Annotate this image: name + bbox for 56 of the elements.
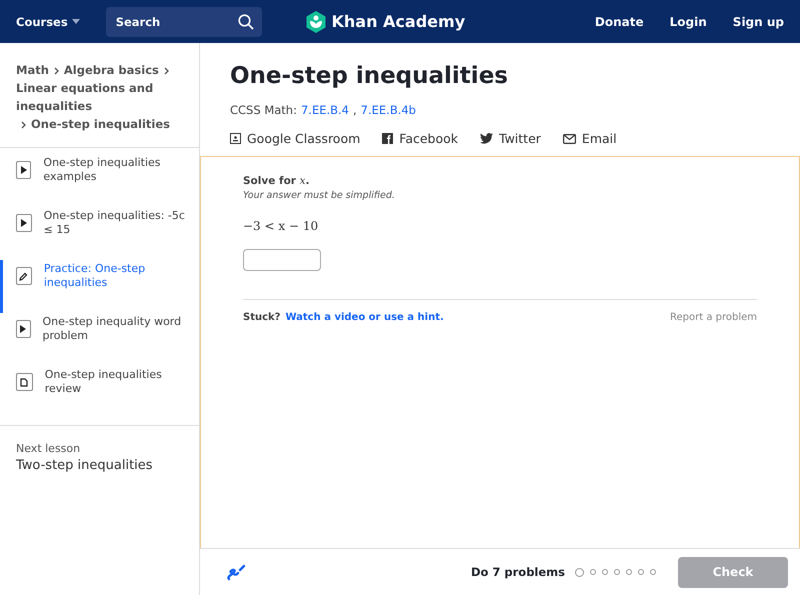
logo-icon	[306, 10, 326, 32]
scratchpad-icon	[226, 564, 246, 580]
lesson-item[interactable]: One-step inequality word problem	[0, 313, 199, 366]
instruction-text: Your answer must be simplified.	[243, 190, 396, 201]
logo-text: Khan Academy	[332, 12, 466, 31]
breadcrumb-link[interactable]: Linear equations and inequalities	[16, 79, 185, 115]
play-icon	[19, 325, 28, 333]
search-field[interactable]: Search	[106, 6, 262, 36]
share-link[interactable]: Facebook	[382, 131, 458, 146]
stuck-label: Stuck?	[243, 312, 280, 323]
chevron-icon	[21, 121, 26, 129]
standards-label: CCSS Math:	[230, 103, 297, 117]
next-lesson-link[interactable]: Two-step inequalities	[16, 458, 183, 473]
breadcrumb-link[interactable]: Math	[16, 61, 49, 79]
lesson-link[interactable]: One-step inequality word problem	[42, 315, 189, 343]
caret-icon	[72, 19, 80, 24]
standard-link[interactable]: 7.EE.B.4b	[360, 103, 416, 117]
page-title: One-step inequalities	[230, 63, 509, 89]
document-icon	[20, 378, 28, 386]
breadcrumb-link[interactable]: Algebra basics	[64, 61, 159, 79]
standard-link[interactable]: 7.EE.B.4	[300, 103, 349, 117]
chevron-icon	[164, 67, 169, 75]
lesson-item[interactable]: One-step inequalities: -5c ≤ 15	[0, 207, 199, 260]
lesson-link[interactable]: One-step inequalities review	[44, 368, 189, 396]
search-input[interactable]: Search	[114, 14, 224, 30]
envelope-icon	[562, 134, 576, 144]
share-link[interactable]: Google Classroom	[230, 131, 360, 146]
header-link[interactable]: Sign up	[732, 14, 784, 28]
lesson-item[interactable]: One-step inequalities examples	[0, 154, 199, 207]
lesson-item[interactable]: Practice: One-step inequalities	[0, 260, 199, 313]
math-expression: −3 < x − 10	[243, 219, 320, 233]
classroom-icon	[230, 133, 241, 144]
task-label: Do 7 problems	[470, 565, 565, 579]
share-link[interactable]: Twitter	[480, 131, 541, 146]
next-lesson-label: Next lesson	[16, 442, 82, 455]
header-link[interactable]: Donate	[594, 14, 644, 28]
separator-text: ,	[353, 103, 357, 117]
search-icon	[238, 14, 254, 30]
courses-menu[interactable]: Courses	[16, 14, 80, 28]
lesson-link[interactable]: Practice: One-step inequalities	[44, 262, 189, 290]
header-link[interactable]: Login	[670, 14, 707, 28]
hint-link[interactable]: Watch a video or use a hint.	[285, 312, 444, 323]
chevron-icon	[54, 67, 59, 75]
pencil-icon	[19, 272, 28, 280]
play-icon	[20, 166, 28, 174]
lesson-link[interactable]: One-step inequalities: -5c ≤ 15	[44, 209, 189, 237]
lesson-link[interactable]: One-step inequalities examples	[43, 156, 189, 184]
play-icon	[20, 219, 28, 227]
prompt-text: Solve for x.	[243, 175, 311, 187]
report-link[interactable]: Report a problem	[670, 312, 757, 323]
bird-icon	[480, 133, 494, 144]
answer-field[interactable]	[243, 249, 321, 271]
lesson-item[interactable]: One-step inequalities review	[0, 366, 199, 419]
facebook-icon	[382, 133, 394, 144]
share-link[interactable]: Email	[562, 131, 617, 146]
breadcrumb-link[interactable]: One-step inequalities	[31, 115, 170, 133]
